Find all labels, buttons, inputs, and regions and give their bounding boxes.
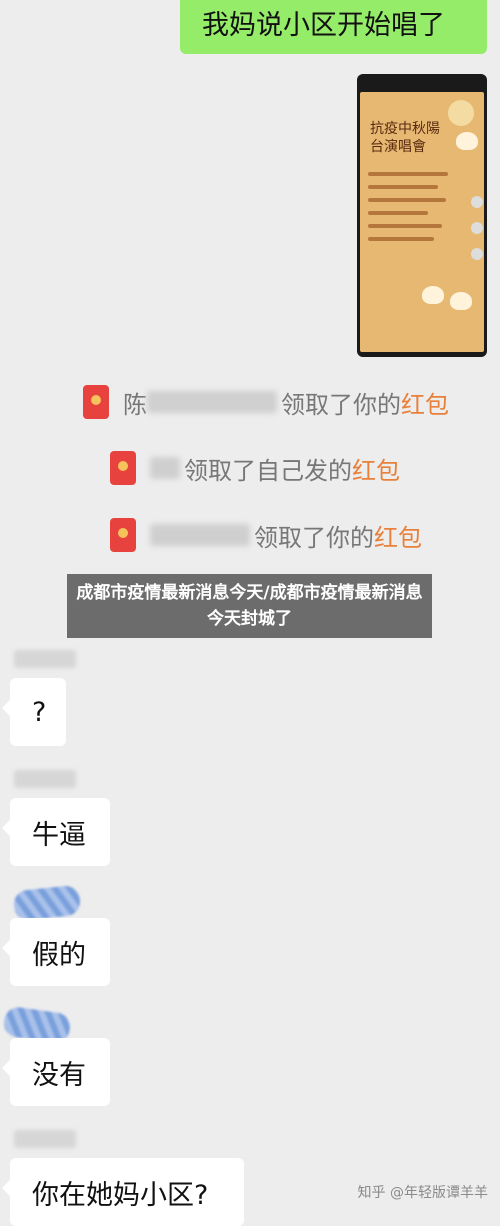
red-packet-action: 领取了你的	[281, 390, 401, 419]
incoming-message-text: 假的	[32, 939, 86, 971]
blurred-name	[150, 524, 250, 546]
comment-icon	[471, 222, 483, 234]
incoming-message-text: 没有	[32, 1059, 86, 1091]
rabbit-icon	[450, 292, 472, 310]
blurred-sender-name	[14, 770, 76, 788]
article-title-banner: 成都市疫情最新消息今天/成都市疫情最新消息今天封城了	[67, 574, 432, 638]
blurred-name	[147, 391, 277, 413]
poster-text-lines	[368, 172, 453, 250]
concert-poster: 抗疫中秋陽台演唱會	[360, 92, 484, 352]
red-packet-icon	[110, 451, 136, 485]
red-packet-keyword[interactable]: 红包	[401, 385, 449, 420]
zhihu-watermark: 知乎 @年轻版谭羊羊	[358, 1182, 488, 1202]
outgoing-message-text: 我妈说小区开始唱了	[202, 9, 445, 41]
incoming-message-bubble[interactable]: 假的	[2, 918, 110, 986]
red-packet-keyword[interactable]: 红包	[374, 518, 422, 553]
article-title-text: 成都市疫情最新消息今天/成都市疫情最新消息今天封城了	[76, 583, 423, 629]
red-packet-notice: 领取了你的 红包	[110, 515, 422, 555]
rabbit-icon	[456, 132, 478, 150]
scribbled-sender-name	[12, 884, 82, 922]
share-icon	[471, 248, 483, 260]
shared-screenshot-image[interactable]: 抗疫中秋陽台演唱會	[357, 74, 487, 357]
rabbit-icon	[422, 286, 444, 304]
blurred-name	[150, 457, 180, 479]
incoming-message-bubble[interactable]: 你在她妈小区?	[2, 1158, 244, 1226]
red-packet-icon	[83, 385, 109, 419]
outgoing-message-bubble[interactable]: 我妈说小区开始唱了	[180, 0, 487, 54]
watermark-text: 知乎 @年轻版谭羊羊	[357, 1185, 488, 1201]
red-packet-action: 领取了自己发的	[184, 456, 352, 485]
like-icon	[471, 196, 483, 208]
red-packet-icon	[110, 518, 136, 552]
incoming-message-bubble[interactable]: 牛逼	[2, 798, 110, 866]
incoming-message-text: 你在她妈小区?	[32, 1179, 209, 1211]
red-packet-sender: 陈	[123, 390, 147, 419]
incoming-message-text: 牛逼	[32, 819, 86, 851]
incoming-message-text: ?	[32, 696, 47, 728]
incoming-message-bubble[interactable]: 没有	[2, 1038, 110, 1106]
moon-icon	[448, 100, 474, 126]
red-packet-keyword[interactable]: 红包	[352, 451, 400, 486]
blurred-sender-name	[14, 650, 76, 668]
red-packet-notice: 陈 领取了你的 红包	[83, 382, 449, 422]
red-packet-notice: 领取了自己发的 红包	[110, 448, 400, 488]
poster-title: 抗疫中秋陽台演唱會	[370, 121, 440, 155]
incoming-message-bubble[interactable]: ?	[2, 678, 66, 746]
red-packet-action: 领取了你的	[254, 523, 374, 552]
blurred-sender-name	[14, 1130, 76, 1148]
